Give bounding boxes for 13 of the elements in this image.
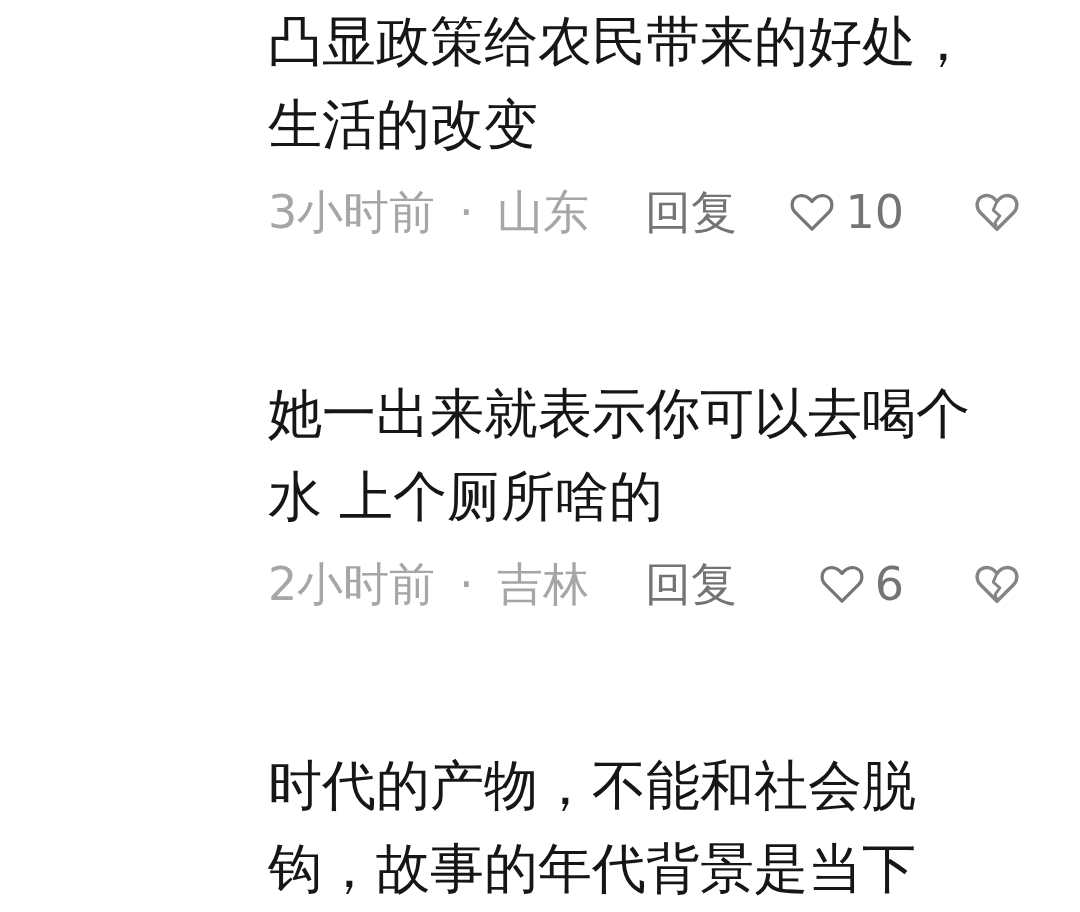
comment-meta: 2小时前 · 吉林 — [268, 556, 591, 612]
broken-heart-icon[interactable] — [974, 563, 1020, 605]
reply-button[interactable]: 回复 — [645, 184, 737, 240]
like-count: 6 — [874, 556, 904, 612]
heart-icon[interactable] — [818, 563, 865, 605]
broken-heart-icon[interactable] — [974, 191, 1020, 233]
comment-text: 凸显政策给农民带来的好处，生活的改变 — [268, 9, 971, 158]
comment-text: 时代的产物，不能和社会脱钩，故事的年代背景是当下 — [268, 753, 917, 902]
reply-button[interactable]: 回复 — [645, 556, 737, 612]
comment-text: 她一出来就表示你可以去喝个水 上个厕所啥的 — [268, 381, 971, 530]
heart-icon[interactable] — [789, 191, 836, 233]
comment-meta: 3小时前 · 山东 — [268, 184, 591, 240]
like-count: 10 — [845, 184, 904, 240]
